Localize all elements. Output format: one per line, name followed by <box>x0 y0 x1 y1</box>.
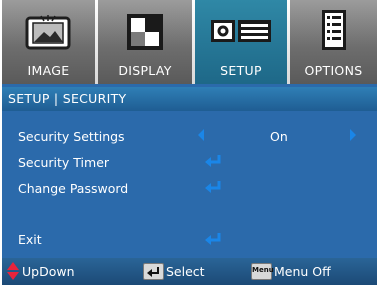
increase-arrow-icon[interactable] <box>350 129 356 141</box>
menu-off-label: Menu Off <box>274 264 331 279</box>
tab-setup[interactable]: SETUP <box>195 0 287 84</box>
tab-label-image: IMAGE <box>27 63 70 78</box>
projector-icon <box>211 20 271 42</box>
menu-item-security-settings[interactable]: Security Settings <box>18 129 125 144</box>
decrease-arrow-icon[interactable] <box>198 129 204 141</box>
select-label: Select <box>166 264 205 279</box>
tab-options[interactable]: OPTIONS <box>290 0 377 84</box>
section-title: SETUP | SECURITY <box>8 91 127 106</box>
enter-icon[interactable] <box>203 153 223 169</box>
menu-key-icon: Menu <box>251 263 274 280</box>
options-icon <box>322 10 346 50</box>
display-icon <box>127 14 163 50</box>
tab-label-options: OPTIONS <box>304 63 363 78</box>
menu-item-change-password[interactable]: Change Password <box>18 181 128 196</box>
security-settings-value: On <box>270 129 288 144</box>
tab-display[interactable]: DISPLAY <box>98 0 192 84</box>
updown-label: UpDown <box>22 264 75 279</box>
image-icon <box>25 15 71 50</box>
tab-label-setup: SETUP <box>220 63 262 78</box>
section-header: SETUP | SECURITY <box>2 87 377 111</box>
menu-item-exit[interactable]: Exit <box>18 232 42 247</box>
osd-menu: IMAGE DISPLAY SETUP OPTIONS SETUP | SECU… <box>2 0 377 285</box>
updown-arrow-icon <box>7 262 19 280</box>
tab-label-display: DISPLAY <box>118 63 172 78</box>
menu-key-text: Menu <box>252 266 274 274</box>
tab-image[interactable]: IMAGE <box>2 0 95 84</box>
footer-bar: UpDown Select Menu Menu Off <box>2 258 377 285</box>
enter-key-icon <box>143 263 164 280</box>
enter-icon[interactable] <box>203 231 223 247</box>
enter-icon[interactable] <box>203 179 223 195</box>
tab-bar: IMAGE DISPLAY SETUP OPTIONS <box>2 0 377 84</box>
menu-item-security-timer[interactable]: Security Timer <box>18 155 109 170</box>
